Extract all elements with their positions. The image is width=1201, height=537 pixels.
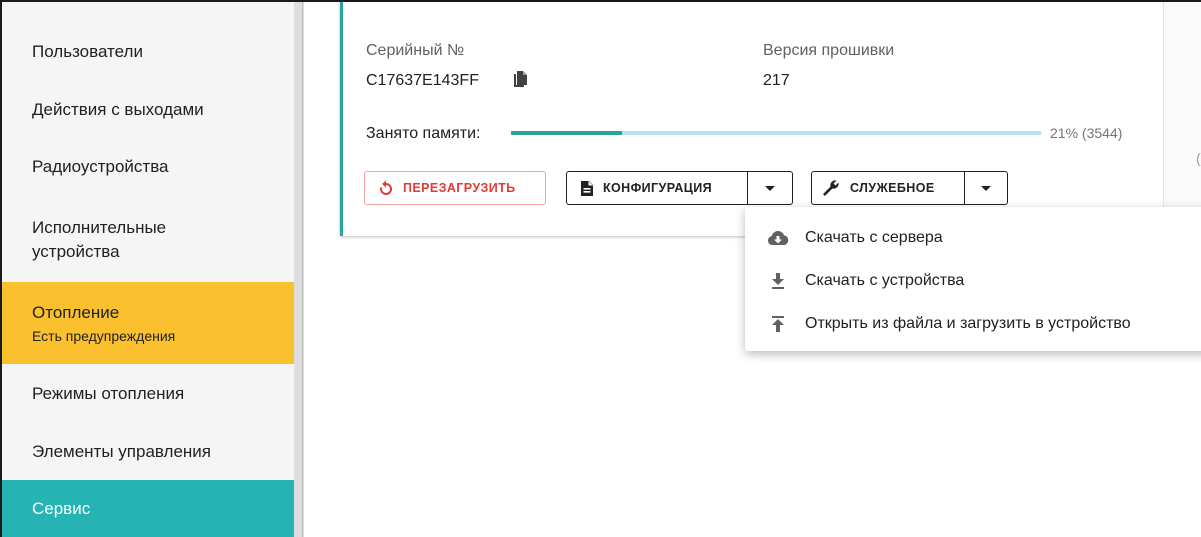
sidebar-item-heating[interactable]: Отопление Есть предупреждения xyxy=(2,282,294,364)
download-icon xyxy=(767,273,789,289)
service-button[interactable]: СЛУЖЕБНОЕ xyxy=(811,171,964,205)
menu-item-upload-from-file[interactable]: Открыть из файла и загрузить в устройств… xyxy=(745,302,1201,346)
sidebar-divider-line xyxy=(302,2,303,537)
configuration-button[interactable]: КОНФИГУРАЦИЯ xyxy=(566,171,747,205)
sidebar-item-radio-devices[interactable]: Радиоустройства xyxy=(2,137,294,197)
restart-button[interactable]: ПЕРЕЗАГРУЗИТЬ xyxy=(364,171,546,205)
sidebar-item-label: Исполнительные xyxy=(32,218,167,237)
firmware-version-label: Версия прошивки xyxy=(763,42,895,59)
sidebar-item-service[interactable]: Сервис xyxy=(2,480,294,537)
sidebar-item-label: Элементы управления xyxy=(32,442,212,461)
restart-icon xyxy=(379,180,393,196)
configuration-button-label: КОНФИГУРАЦИЯ xyxy=(603,181,713,195)
menu-item-label: Скачать с сервера xyxy=(805,229,943,246)
right-panel-edge xyxy=(1163,2,1201,242)
memory-progress-bar xyxy=(511,131,1041,135)
wrench-icon xyxy=(822,179,840,197)
sidebar-item-users[interactable]: Пользователи xyxy=(2,22,294,82)
sidebar-item-actuators[interactable]: Исполнительные устройства xyxy=(2,204,294,276)
sidebar-item-controls[interactable]: Элементы управления xyxy=(2,422,294,482)
sidebar-item-label: Пользователи xyxy=(32,42,143,61)
sidebar-item-warning-text: Есть предупреждения xyxy=(32,327,176,344)
sidebar-item-label: Отопление xyxy=(32,302,120,322)
firmware-version-value: 217 xyxy=(763,72,790,89)
upload-icon xyxy=(767,316,789,332)
menu-item-label: Скачать с устройства xyxy=(805,272,965,289)
memory-used-value: 21% (3544) xyxy=(1050,125,1123,141)
copy-icon[interactable] xyxy=(513,71,527,87)
service-dropdown-menu: Скачать с сервера Скачать с устройства О… xyxy=(745,207,1201,351)
memory-used-label: Занято памяти: xyxy=(366,125,481,142)
serial-number-value: C17637E143FF xyxy=(366,72,479,89)
restart-button-label: ПЕРЕЗАГРУЗИТЬ xyxy=(403,181,516,195)
sidebar-item-label: Режимы отопления xyxy=(32,384,185,403)
file-icon xyxy=(581,180,593,196)
sidebar-item-label: Сервис xyxy=(32,498,91,518)
sidebar-item-label-line2: устройства xyxy=(32,242,120,261)
service-button-label: СЛУЖЕБНОЕ xyxy=(850,181,935,195)
configuration-dropdown-button[interactable] xyxy=(747,171,793,205)
sidebar-item-label: Действия с выходами xyxy=(32,100,204,119)
cloud-download-icon xyxy=(767,230,789,246)
memory-progress-fill xyxy=(511,131,623,135)
sidebar-item-output-actions[interactable]: Действия с выходами xyxy=(2,80,294,140)
sidebar-item-label: Радиоустройства xyxy=(32,157,169,176)
right-panel-edge-glyph: ( xyxy=(1196,150,1201,166)
menu-item-download-from-server[interactable]: Скачать с сервера xyxy=(745,216,1201,260)
menu-item-label: Открыть из файла и загрузить в устройств… xyxy=(805,315,1131,332)
serial-number-label: Серийный № xyxy=(366,42,465,59)
caret-down-icon xyxy=(981,185,991,191)
sidebar-item-heating-modes[interactable]: Режимы отопления xyxy=(2,364,294,424)
caret-down-icon xyxy=(765,185,775,191)
service-dropdown-button[interactable] xyxy=(964,171,1008,205)
menu-item-download-from-device[interactable]: Скачать с устройства xyxy=(745,259,1201,303)
